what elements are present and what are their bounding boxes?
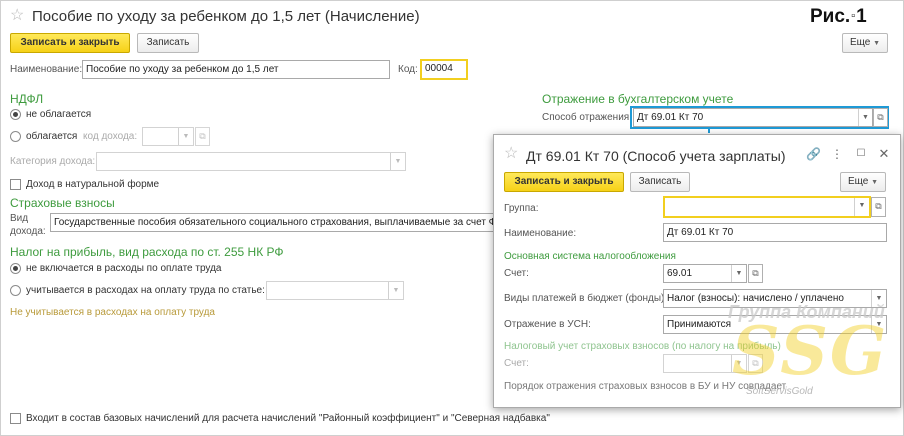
open-link-icon[interactable]: ⧉: [195, 127, 210, 146]
dropdown-arrow-icon[interactable]: ▼: [731, 265, 746, 282]
open-link-icon[interactable]: ⧉: [748, 354, 763, 373]
figure-label-text: Рис.: [810, 6, 851, 27]
profit-included-label: учитывается в расходах на оплату труда п…: [26, 285, 265, 296]
popup-name-input[interactable]: Дт 69.01 Кт 70: [663, 223, 887, 242]
ndfl-taxed-label: облагается: [26, 131, 78, 142]
tax-system-section-title: Основная система налогообложения: [504, 251, 676, 262]
favorite-star-icon[interactable]: ☆: [10, 8, 24, 24]
payment-types-label: Виды платежей в бюджет (фонды):: [504, 293, 668, 304]
account-select[interactable]: 69.01 ▼: [663, 264, 747, 283]
close-icon[interactable]: ✕: [877, 147, 891, 161]
more-actions-icon[interactable]: ⋮: [830, 147, 844, 161]
open-link-icon[interactable]: ⧉: [748, 264, 763, 283]
income-type-label-2: дохода:: [10, 226, 46, 237]
connector-line: [708, 129, 710, 133]
usn-label: Отражение в УСН:: [504, 319, 591, 330]
ndfl-not-taxed-label: не облагается: [26, 109, 92, 120]
accounting-section-title: Отражение в бухгалтерском учете: [542, 92, 734, 106]
code-input[interactable]: 00004: [420, 59, 468, 80]
link-icon[interactable]: 🔗: [806, 147, 821, 161]
popup-more-button[interactable]: Еще ▼: [840, 172, 886, 192]
figure-number: 1: [856, 6, 867, 27]
tax-insurance-section-title: Налоговый учет страховых взносов (по нал…: [504, 341, 781, 352]
profit-note: Не учитывается в расходах на оплату труд…: [10, 307, 215, 318]
account-label: Счет:: [504, 268, 529, 279]
code-label: Код:: [398, 64, 418, 75]
ndfl-taxed-radio[interactable]: [10, 131, 21, 142]
dropdown-arrow-icon[interactable]: ▼: [731, 355, 746, 372]
save-and-close-button[interactable]: Записать и закрыть: [10, 33, 130, 53]
income-type-select[interactable]: Государственные пособия обязательного со…: [50, 213, 495, 232]
chevron-down-icon: ▼: [871, 179, 879, 186]
popup-more-button-label: Еще: [847, 176, 869, 187]
name-label: Наименование:: [10, 64, 83, 75]
tax-account-label: Счет:: [504, 358, 529, 369]
expense-article-select[interactable]: ▼: [266, 281, 404, 300]
dropdown-arrow-icon[interactable]: ▼: [858, 109, 872, 126]
accounting-method-label: Способ отражения:: [542, 112, 632, 123]
profit-included-radio[interactable]: [10, 285, 21, 296]
tax-account-select[interactable]: ▼: [663, 354, 747, 373]
group-label: Группа:: [504, 203, 539, 214]
open-link-icon[interactable]: ⧉: [873, 108, 888, 127]
profit-tax-section-title: Налог на прибыль, вид расхода по ст. 255…: [10, 245, 284, 259]
popup-name-label: Наименование:: [504, 228, 577, 239]
figure-label: Рис.▫1: [810, 5, 867, 28]
ndfl-not-taxed-radio[interactable]: [10, 109, 21, 120]
income-code-input[interactable]: ▼: [142, 127, 194, 146]
in-kind-income-label: Доход в натуральной форме: [26, 179, 160, 190]
insurance-section-title: Страховые взносы: [10, 196, 115, 210]
profit-not-included-label: не включается в расходы по оплате труда: [26, 263, 222, 274]
popup-save-and-close-button[interactable]: Записать и закрыть: [504, 172, 624, 192]
income-category-select[interactable]: ▼: [96, 152, 406, 171]
accounting-method-window: ☆ Дт 69.01 Кт 70 (Способ учета зарплаты)…: [493, 134, 901, 408]
dropdown-arrow-icon[interactable]: ▼: [854, 198, 869, 216]
usn-select[interactable]: Принимаются ▼: [663, 315, 887, 334]
order-note: Порядок отражения страховых взносов в БУ…: [504, 381, 787, 392]
ndfl-section-title: НДФЛ: [10, 92, 44, 106]
income-code-label: код дохода:: [83, 131, 138, 142]
dropdown-arrow-icon[interactable]: ▼: [871, 290, 886, 307]
dropdown-arrow-icon[interactable]: ▼: [871, 316, 886, 333]
restore-icon: ▫: [851, 10, 856, 22]
chevron-down-icon: ▼: [873, 40, 881, 47]
base-accruals-checkbox[interactable]: [10, 413, 21, 424]
profit-not-included-radio[interactable]: [10, 263, 21, 274]
dropdown-arrow-icon[interactable]: ▼: [178, 128, 193, 145]
popup-save-button[interactable]: Записать: [630, 172, 690, 192]
more-button-label: Еще: [849, 37, 871, 48]
dropdown-arrow-icon[interactable]: ▼: [390, 153, 405, 170]
accounting-method-select[interactable]: Дт 69.01 Кт 70: [633, 108, 873, 127]
base-accruals-label: Входит в состав базовых начислений для р…: [26, 413, 550, 424]
popup-title: Дт 69.01 Кт 70 (Способ учета зарплаты): [526, 148, 786, 164]
group-select[interactable]: ▼: [663, 196, 871, 218]
favorite-star-icon[interactable]: ☆: [504, 146, 518, 162]
in-kind-income-checkbox[interactable]: [10, 179, 21, 190]
name-input[interactable]: Пособие по уходу за ребенком до 1,5 лет: [82, 60, 390, 79]
more-button[interactable]: Еще ▼: [842, 33, 888, 53]
payment-types-select[interactable]: Налог (взносы): начислено / уплачено ▼: [663, 289, 887, 308]
income-type-label: Вид: [10, 213, 29, 224]
save-button[interactable]: Записать: [137, 33, 199, 53]
open-link-icon[interactable]: ⧉: [871, 197, 886, 217]
income-category-label: Категория дохода:: [10, 156, 96, 167]
maximize-icon[interactable]: ☐: [854, 147, 868, 161]
dropdown-arrow-icon[interactable]: ▼: [388, 282, 403, 299]
page-title: Пособие по уходу за ребенком до 1,5 лет …: [32, 8, 420, 25]
